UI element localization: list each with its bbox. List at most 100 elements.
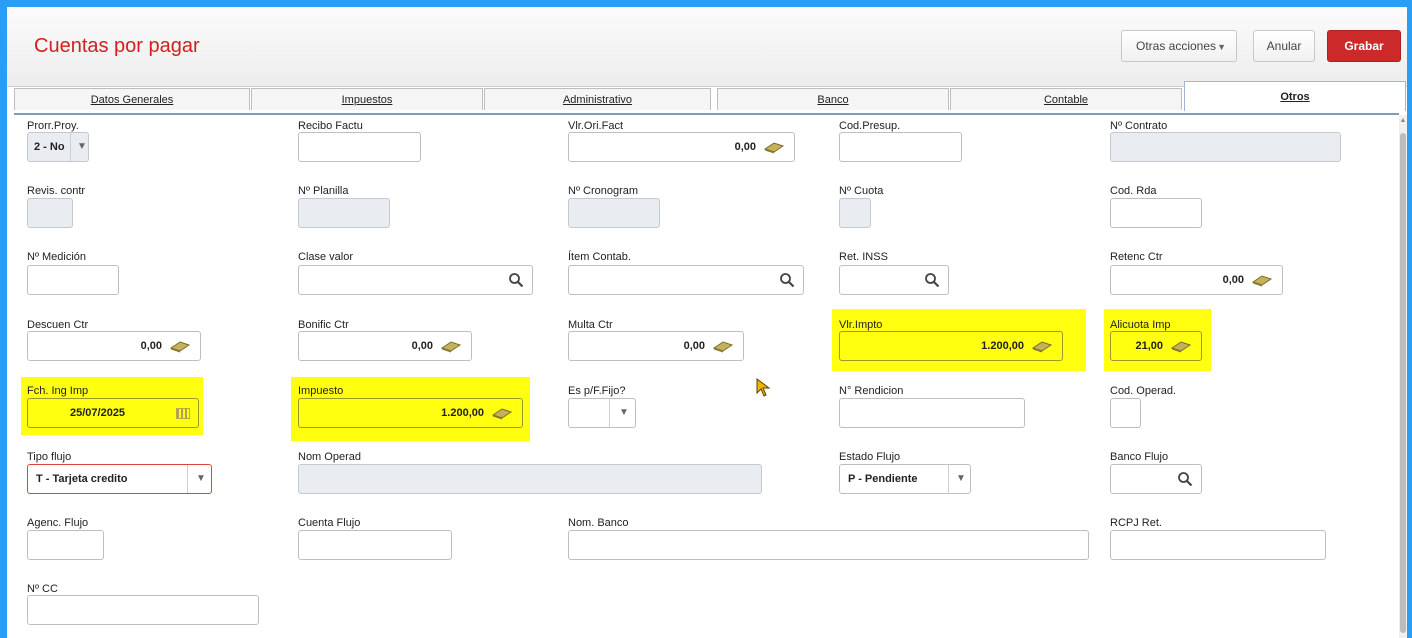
select-separator: [70, 133, 71, 161]
chevron-down-icon: ▼: [1217, 42, 1226, 52]
label-prorr-proy: Prorr.Proy.: [27, 120, 79, 132]
impuesto-value: 1.200,00: [441, 407, 484, 419]
money-icon[interactable]: [1171, 340, 1191, 353]
banco-flujo-input[interactable]: [1110, 464, 1202, 494]
label-tipo-flujo: Tipo flujo: [27, 451, 72, 463]
label-fch-ing-imp: Fch. Ing Imp: [27, 385, 89, 397]
retenc-ctr-input[interactable]: 0,00: [1110, 265, 1283, 295]
nro-contrato-input: [1110, 132, 1341, 162]
alicuota-imp-input[interactable]: 21,00: [1110, 331, 1202, 361]
nro-cc-input[interactable]: [27, 595, 259, 625]
label-retenc-ctr: Retenc Ctr: [1110, 251, 1163, 263]
nom-banco-input[interactable]: [568, 530, 1089, 560]
clase-valor-input[interactable]: [298, 265, 533, 295]
estado-flujo-select[interactable]: P - Pendiente ▼: [839, 464, 971, 494]
select-separator: [187, 465, 188, 493]
search-icon[interactable]: [1177, 471, 1193, 487]
revis-contr-input: [27, 198, 73, 228]
label-rcpj-ret: RCPJ Ret.: [1110, 517, 1162, 529]
vlr-ori-fact-value: 0,00: [734, 141, 756, 153]
tab-contable[interactable]: Contable: [950, 88, 1182, 110]
nro-cronogram-input: [568, 198, 660, 228]
vlr-impto-input[interactable]: 1.200,00: [839, 331, 1063, 361]
cod-operad-input[interactable]: [1110, 398, 1141, 428]
cuenta-flujo-input[interactable]: [298, 530, 452, 560]
money-icon[interactable]: [170, 340, 190, 353]
es-pf-fijo-select[interactable]: ▼: [568, 398, 636, 428]
label-nro-medicion: Nº Medición: [27, 251, 87, 263]
label-clase-valor: Clase valor: [298, 251, 354, 263]
page-header: Cuentas por pagar Otras acciones ▼ Anula…: [7, 7, 1407, 87]
label-descuen-ctr: Descuen Ctr: [27, 319, 89, 331]
scrollbar-thumb[interactable]: [1400, 133, 1406, 633]
money-icon[interactable]: [713, 340, 733, 353]
label-nom-banco: Nom. Banco: [568, 517, 629, 529]
cod-presup-input[interactable]: [839, 132, 962, 162]
money-icon[interactable]: [441, 340, 461, 353]
label-es-pf-fijo: Es p/F.Fijo?: [568, 385, 626, 397]
rcpj-ret-input[interactable]: [1110, 530, 1326, 560]
alicuota-imp-value: 21,00: [1135, 340, 1163, 352]
scroll-up-arrow-icon[interactable]: ▲: [1399, 117, 1407, 124]
impuesto-input[interactable]: 1.200,00: [298, 398, 523, 428]
label-nro-cc: Nº CC: [27, 583, 58, 595]
descuen-ctr-input[interactable]: 0,00: [27, 331, 201, 361]
money-icon[interactable]: [492, 407, 512, 420]
search-icon[interactable]: [779, 272, 795, 288]
label-alicuota-imp: Alicuota Imp: [1110, 319, 1171, 331]
search-icon[interactable]: [924, 272, 940, 288]
agenc-flujo-input[interactable]: [27, 530, 104, 560]
tab-datos-generales[interactable]: Datos Generales: [14, 88, 250, 110]
label-revis-contr: Revis. contr: [27, 185, 86, 197]
money-icon[interactable]: [1252, 274, 1272, 287]
vlr-ori-fact-input[interactable]: 0,00: [568, 132, 795, 162]
label-vlr-ori-fact: Vlr.Ori.Fact: [568, 120, 624, 132]
label-banco-flujo: Banco Flujo: [1110, 451, 1169, 463]
cod-rda-input[interactable]: [1110, 198, 1202, 228]
select-separator: [948, 465, 949, 493]
label-cod-operad: Cod. Operad.: [1110, 385, 1177, 397]
nro-rendicion-input[interactable]: [839, 398, 1025, 428]
tab-bar: Datos Generales Impuestos Administrativo…: [7, 81, 1407, 115]
label-nom-operad: Nom Operad: [298, 451, 361, 463]
tab-administrativo[interactable]: Administrativo: [484, 88, 711, 110]
descuen-ctr-value: 0,00: [140, 340, 162, 352]
label-estado-flujo: Estado Flujo: [839, 451, 901, 463]
tab-impuestos[interactable]: Impuestos: [251, 88, 483, 110]
tipo-flujo-select[interactable]: T - Tarjeta credito ▼: [27, 464, 212, 494]
prorr-proy-value: 2 - No: [34, 141, 65, 153]
prorr-proy-select[interactable]: 2 - No ▼: [27, 132, 89, 162]
nro-medicion-input[interactable]: [27, 265, 119, 295]
tab-banco[interactable]: Banco: [717, 88, 949, 110]
vlr-impto-value: 1.200,00: [981, 340, 1024, 352]
multa-ctr-input[interactable]: 0,00: [568, 331, 744, 361]
money-icon[interactable]: [764, 141, 784, 154]
form-otros: Prorr.Proy. 2 - No ▼ Recibo Factu Vlr.Or…: [7, 115, 1399, 638]
label-nro-cuota: Nº Cuota: [839, 185, 884, 197]
otras-acciones-button[interactable]: Otras acciones ▼: [1121, 30, 1237, 62]
nom-operad-input: [298, 464, 762, 494]
chevron-down-icon: ▼: [956, 473, 966, 484]
label-cod-rda: Cod. Rda: [1110, 185, 1157, 197]
recibo-factu-input[interactable]: [298, 132, 421, 162]
label-ret-inss: Ret. INSS: [839, 251, 888, 263]
page-title: Cuentas por pagar: [34, 35, 200, 57]
chevron-down-icon: ▼: [196, 473, 206, 484]
ret-inss-input[interactable]: [839, 265, 949, 295]
anular-button[interactable]: Anular: [1253, 30, 1315, 62]
vertical-scrollbar[interactable]: ▲: [1399, 115, 1407, 638]
search-icon[interactable]: [508, 272, 524, 288]
fch-ing-imp-input[interactable]: 25/07/2025: [27, 398, 199, 428]
calendar-icon[interactable]: [176, 408, 190, 419]
bonific-ctr-input[interactable]: 0,00: [298, 331, 472, 361]
item-contab-input[interactable]: [568, 265, 804, 295]
grabar-button[interactable]: Grabar: [1327, 30, 1401, 62]
nro-planilla-input: [298, 198, 390, 228]
label-multa-ctr: Multa Ctr: [568, 319, 613, 331]
label-cuenta-flujo: Cuenta Flujo: [298, 517, 361, 529]
label-nro-rendicion: N° Rendicion: [839, 385, 904, 397]
label-bonific-ctr: Bonific Ctr: [298, 319, 349, 331]
chevron-down-icon: ▼: [619, 407, 629, 418]
money-icon[interactable]: [1032, 340, 1052, 353]
tab-otros[interactable]: Otros: [1184, 81, 1406, 111]
